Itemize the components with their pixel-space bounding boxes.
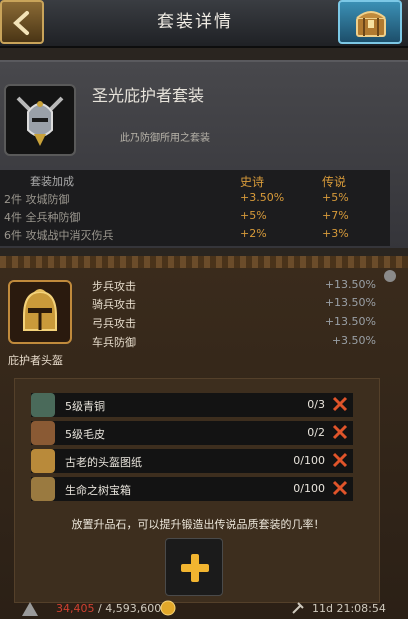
stat-label: 骑兵攻击 — [92, 298, 136, 311]
mystery-chest-icon — [31, 477, 55, 501]
section-divider — [0, 256, 408, 268]
upgrade-hint: 放置升品石，可以提升锻造出传说品质套装的几率！ — [71, 518, 325, 531]
plus-icon — [181, 554, 209, 582]
material-row[interactable]: 5级青铜 0/3 — [31, 393, 353, 417]
resource-bar: 34,405 / 4,593,600 11d 21:08:54 — [0, 600, 408, 619]
iron-resource-icon — [22, 602, 38, 616]
resource-amount: 34,405 / 4,593,600 — [56, 602, 161, 615]
stat-label: 步兵攻击 — [92, 280, 136, 293]
materials-box: 5级青铜 0/3 5级毛皮 0/2 古老的头盔图纸 0/100 生命之树宝箱 0… — [14, 378, 380, 603]
bonus-header-row: 套装加成 史诗 传说 — [0, 170, 390, 189]
back-arrow-icon — [13, 11, 29, 35]
hammer-icon — [292, 602, 304, 614]
set-name: 圣光庇护者套装 — [92, 86, 205, 105]
material-row[interactable]: 5级毛皮 0/2 — [31, 421, 353, 445]
bonus-legendary-value: +3% — [322, 227, 349, 240]
scrollbar-knob[interactable] — [384, 270, 396, 282]
stat-label: 车兵防御 — [92, 336, 136, 349]
material-count: 0/3 — [307, 398, 325, 411]
material-row[interactable]: 古老的头盔图纸 0/100 — [31, 449, 353, 473]
golden-helmet-icon — [23, 289, 57, 331]
piece-name: 庇护者头盔 — [8, 354, 63, 367]
bonus-legendary-value: +7% — [322, 209, 349, 222]
material-row[interactable]: 生命之树宝箱 0/100 — [31, 477, 353, 501]
fur-pelt-icon — [31, 421, 55, 445]
set-emblem — [4, 84, 76, 156]
bonus-legendary-value: +5% — [322, 191, 349, 204]
forge-timer: 11d 21:08:54 — [312, 602, 386, 615]
blueprint-scroll-icon — [31, 449, 55, 473]
resource-current: 34,405 — [56, 602, 95, 615]
material-name: 古老的头盔图纸 — [65, 456, 142, 469]
bonus-header-name: 套装加成 — [30, 175, 74, 188]
bonus-epic-value: +2% — [240, 227, 267, 240]
bonus-name: 2件 攻城防御 — [4, 193, 70, 206]
add-upgrade-stone-button[interactable] — [165, 538, 223, 596]
bonus-row: 4件 全兵种防御 +5% +7% — [0, 206, 390, 224]
bonus-row: 6件 攻城战中消灭伤兵 +2% +3% — [0, 224, 390, 242]
treasure-chest-icon — [356, 11, 386, 37]
bonus-epic-value: +3.50% — [240, 191, 285, 204]
material-name: 生命之树宝箱 — [65, 484, 131, 497]
bonus-name: 4件 全兵种防御 — [4, 211, 81, 224]
material-count: 0/100 — [293, 454, 325, 467]
back-button[interactable] — [0, 0, 44, 44]
stat-value: +3.50% — [331, 334, 376, 347]
top-bar: 套装详情 — [0, 0, 408, 48]
stat-value: +13.50% — [324, 278, 376, 291]
set-info-card: 圣光庇护者套装 此乃防御所用之套装 套装加成 史诗 传说 2件 攻城防御 +3.… — [0, 60, 408, 248]
bonus-name: 6件 攻城战中消灭伤兵 — [4, 229, 114, 242]
missing-x-icon — [332, 396, 348, 412]
gold-coin-icon — [160, 600, 176, 616]
treasure-chest-button[interactable] — [338, 0, 402, 44]
set-description: 此乃防御所用之套装 — [120, 133, 210, 144]
resource-separator: / — [94, 602, 106, 615]
piece-icon-slot[interactable] — [8, 280, 72, 344]
bonus-epic-value: +5% — [240, 209, 267, 222]
page-title: 套装详情 — [157, 12, 233, 32]
missing-x-icon — [332, 452, 348, 468]
set-bonus-table: 套装加成 史诗 传说 2件 攻城防御 +3.50% +5% 4件 全兵种防御 +… — [0, 170, 390, 246]
material-count: 0/100 — [293, 482, 325, 495]
piece-panel: 庇护者头盔 步兵攻击 +13.50% 骑兵攻击 +13.50% 弓兵攻击 +13… — [0, 268, 408, 619]
knight-helmet-emblem-icon — [16, 96, 64, 146]
stat-value: +13.50% — [324, 296, 376, 309]
resource-total: 4,593,600 — [105, 602, 162, 615]
stat-value: +13.50% — [324, 315, 376, 328]
material-count: 0/2 — [307, 426, 325, 439]
material-name: 5级青铜 — [65, 400, 105, 413]
stat-label: 弓兵攻击 — [92, 317, 136, 330]
material-name: 5级毛皮 — [65, 428, 105, 441]
missing-x-icon — [332, 480, 348, 496]
missing-x-icon — [332, 424, 348, 440]
bronze-ore-icon — [31, 393, 55, 417]
bonus-row: 2件 攻城防御 +3.50% +5% — [0, 188, 390, 206]
